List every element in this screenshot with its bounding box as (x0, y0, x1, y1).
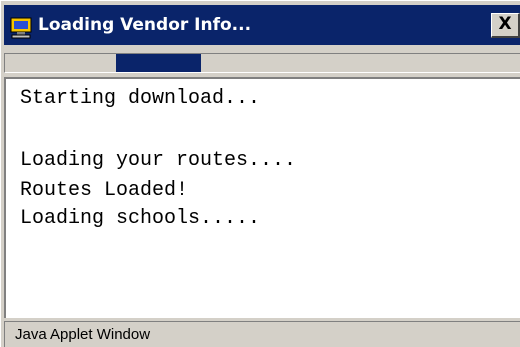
console-line: Loading your routes.... (20, 149, 297, 172)
console-line: Loading schools..... (20, 207, 261, 230)
title-bar[interactable]: Loading Vendor Info... X (4, 5, 520, 45)
output-console[interactable]: Starting download... Loading your routes… (4, 77, 520, 318)
close-icon: X (498, 14, 512, 34)
applet-window: Loading Vendor Info... X Starting downlo… (0, 0, 520, 347)
progress-indicator (116, 54, 201, 72)
computer-icon (10, 14, 32, 39)
status-bar: Java Applet Window (4, 321, 520, 347)
progress-bar (4, 53, 520, 73)
window-title: Loading Vendor Info... (38, 15, 252, 35)
status-text: Java Applet Window (15, 326, 151, 343)
close-button[interactable]: X (491, 13, 520, 38)
console-line: Starting download... (20, 87, 261, 110)
console-line: Routes Loaded! (20, 179, 189, 202)
